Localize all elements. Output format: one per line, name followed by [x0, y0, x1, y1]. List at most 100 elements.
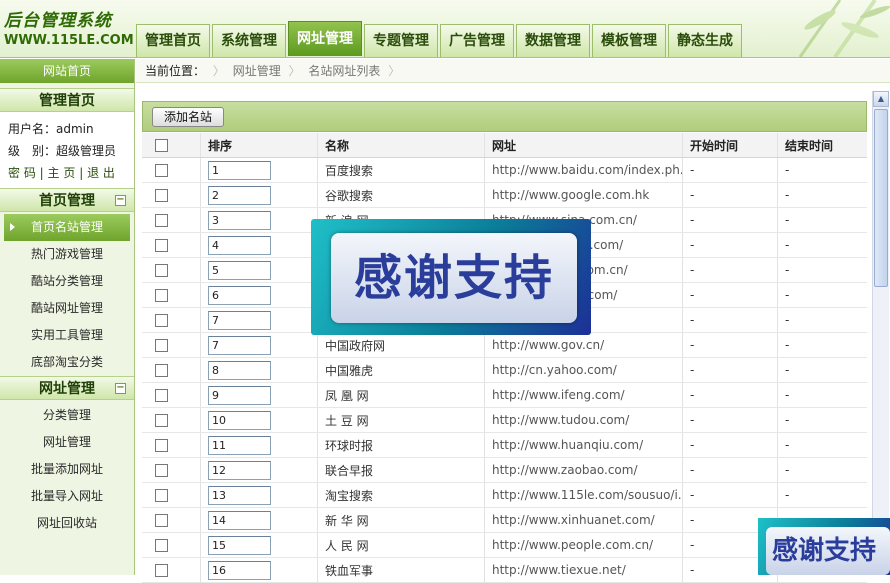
sidebar-item-batch-add[interactable]: 批量添加网址: [0, 456, 134, 483]
order-input[interactable]: 7: [208, 335, 271, 355]
tab-templates[interactable]: 模板管理: [592, 24, 666, 57]
collapse-icon[interactable]: −: [115, 383, 126, 394]
sidebar-item-hot-games[interactable]: 热门游戏管理: [0, 241, 134, 268]
url-cell[interactable]: http://www.huanqiu.com/: [485, 433, 683, 457]
start-time-cell: -: [683, 158, 778, 182]
url-cell[interactable]: http://www.baidu.com/index.ph...: [485, 158, 683, 182]
row-checkbox[interactable]: [155, 213, 168, 227]
tab-system[interactable]: 系统管理: [212, 24, 286, 57]
name-cell[interactable]: 土 豆 网: [318, 408, 485, 432]
scroll-up-icon[interactable]: ▲: [873, 91, 889, 107]
row-checkbox[interactable]: [155, 363, 168, 377]
name-cell[interactable]: 铁血军事: [318, 558, 485, 582]
url-cell[interactable]: http://www.google.com.hk: [485, 183, 683, 207]
order-input[interactable]: 13: [208, 485, 271, 505]
order-cell: 7: [201, 333, 318, 357]
tab-ads[interactable]: 广告管理: [440, 24, 514, 57]
tab-data[interactable]: 数据管理: [516, 24, 590, 57]
name-cell[interactable]: 百度搜索: [318, 158, 485, 182]
order-input[interactable]: 3: [208, 210, 271, 230]
row-checkbox[interactable]: [155, 288, 168, 302]
row-checkbox[interactable]: [155, 463, 168, 477]
url-cell[interactable]: http://www.gov.cn/: [485, 333, 683, 357]
order-input[interactable]: 10: [208, 410, 271, 430]
select-all-checkbox[interactable]: [155, 138, 168, 152]
row-checkbox[interactable]: [155, 413, 168, 427]
name-cell[interactable]: 人 民 网: [318, 533, 485, 557]
sidebar-item-url-manage[interactable]: 网址管理: [0, 429, 134, 456]
order-input[interactable]: 2: [208, 185, 271, 205]
url-cell[interactable]: http://www.xinhuanet.com/: [485, 508, 683, 532]
row-checkbox[interactable]: [155, 338, 168, 352]
breadcrumb-sep: 〉: [288, 64, 301, 78]
row-checkbox[interactable]: [155, 263, 168, 277]
row-checkbox[interactable]: [155, 513, 168, 527]
name-cell[interactable]: 联合早报: [318, 458, 485, 482]
name-cell[interactable]: 中国政府网: [318, 333, 485, 357]
breadcrumb-item[interactable]: 网址管理: [233, 64, 281, 78]
password-link[interactable]: 密 码: [8, 166, 36, 180]
row-checkbox[interactable]: [155, 488, 168, 502]
order-input[interactable]: 4: [208, 235, 271, 255]
section-url-manage[interactable]: 网址管理 −: [0, 376, 134, 400]
sidebar-item-recycle-bin[interactable]: 网址回收站: [0, 510, 134, 537]
sidebar-item-featured-sites[interactable]: 首页名站管理: [4, 214, 130, 241]
order-input[interactable]: 12: [208, 460, 271, 480]
scroll-thumb[interactable]: [874, 109, 888, 287]
name-cell[interactable]: 淘宝搜索: [318, 483, 485, 507]
row-checkbox[interactable]: [155, 388, 168, 402]
url-cell[interactable]: http://www.people.com.cn/: [485, 533, 683, 557]
url-cell[interactable]: http://www.tudou.com/: [485, 408, 683, 432]
order-input[interactable]: 16: [208, 560, 271, 580]
tab-topics[interactable]: 专题管理: [364, 24, 438, 57]
tab-url-manage[interactable]: 网址管理: [288, 21, 362, 56]
sidebar-item-cool-urls[interactable]: 酷站网址管理: [0, 295, 134, 322]
url-cell[interactable]: http://www.115le.com/sousuo/i...: [485, 483, 683, 507]
collapse-icon[interactable]: −: [115, 195, 126, 206]
sidebar-item-tools[interactable]: 实用工具管理: [0, 322, 134, 349]
sidebar-item-cool-categories[interactable]: 酷站分类管理: [0, 268, 134, 295]
name-cell[interactable]: 谷歌搜索: [318, 183, 485, 207]
tab-static[interactable]: 静态生成: [668, 24, 742, 57]
row-checkbox[interactable]: [155, 313, 168, 327]
logout-link[interactable]: 退 出: [87, 166, 115, 180]
section-home-manage[interactable]: 首页管理 −: [0, 188, 134, 212]
order-input[interactable]: 9: [208, 385, 271, 405]
order-input[interactable]: 6: [208, 285, 271, 305]
start-time-cell: -: [683, 308, 778, 332]
table-row: 12 联合早报 http://www.zaobao.com/- -: [142, 458, 867, 483]
order-input[interactable]: 15: [208, 535, 271, 555]
row-checkbox[interactable]: [155, 163, 168, 177]
vertical-scrollbar[interactable]: ▲: [872, 91, 889, 575]
order-input[interactable]: 14: [208, 510, 271, 530]
order-input[interactable]: 8: [208, 360, 271, 380]
row-checkbox[interactable]: [155, 538, 168, 552]
homepage-link[interactable]: 主 页: [48, 166, 76, 180]
site-home-link[interactable]: 网站首页: [0, 59, 134, 83]
row-checkbox[interactable]: [155, 238, 168, 252]
name-cell[interactable]: 环球时报: [318, 433, 485, 457]
sidebar-item-batch-import[interactable]: 批量导入网址: [0, 483, 134, 510]
table-row: 10 土 豆 网 http://www.tudou.com/- -: [142, 408, 867, 433]
row-checkbox[interactable]: [155, 188, 168, 202]
section-label: 首页管理: [39, 193, 95, 209]
order-input[interactable]: 1: [208, 160, 271, 180]
url-cell[interactable]: http://cn.yahoo.com/: [485, 358, 683, 382]
tab-home[interactable]: 管理首页: [136, 24, 210, 57]
url-cell[interactable]: http://www.ifeng.com/: [485, 383, 683, 407]
name-cell[interactable]: 新 华 网: [318, 508, 485, 532]
sidebar-item-category-manage[interactable]: 分类管理: [0, 402, 134, 429]
url-cell[interactable]: http://www.tiexue.net/: [485, 558, 683, 582]
url-cell[interactable]: http://www.zaobao.com/: [485, 458, 683, 482]
order-input[interactable]: 5: [208, 260, 271, 280]
order-cell: 3: [201, 208, 318, 232]
start-time-cell: -: [683, 358, 778, 382]
order-input[interactable]: 7: [208, 310, 271, 330]
order-input[interactable]: 11: [208, 435, 271, 455]
section-admin-home[interactable]: 管理首页: [0, 88, 134, 112]
name-cell[interactable]: 中国雅虎: [318, 358, 485, 382]
sidebar-item-taobao-categories[interactable]: 底部淘宝分类: [0, 349, 134, 376]
add-site-button[interactable]: 添加名站: [152, 107, 225, 127]
row-checkbox[interactable]: [155, 438, 168, 452]
name-cell[interactable]: 凤 凰 网: [318, 383, 485, 407]
